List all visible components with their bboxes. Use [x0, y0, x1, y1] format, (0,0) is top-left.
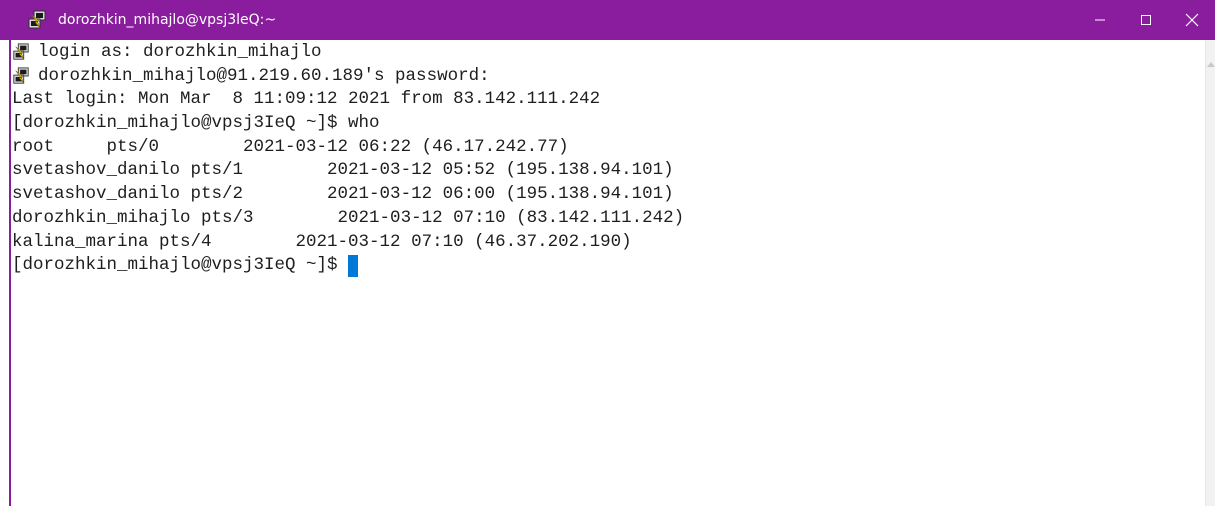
terminal-line: kalina_marina pts/4 2021-03-12 07:10 (46… [12, 231, 684, 255]
maximize-button[interactable] [1123, 0, 1169, 40]
title-bar[interactable]: dorozhkin_mihajlo@vpsj3leQ:~ [0, 0, 1215, 40]
terminal-line: [dorozhkin_mihajlo@vpsj3IeQ ~]$ [12, 254, 684, 278]
terminal-line-text: [dorozhkin_mihajlo@vpsj3IeQ ~]$ [12, 255, 349, 276]
terminal-line: login as: dorozhkin_mihajlo [12, 41, 684, 65]
putty-icon [13, 67, 29, 84]
close-icon [1185, 13, 1199, 27]
terminal-line-text: svetashov_danilo pts/1 2021-03-12 05:52 … [12, 160, 674, 181]
terminal-line-text: login as: dorozhkin_mihajlo [38, 42, 322, 62]
terminal-line-text: svetashov_danilo pts/2 2021-03-12 06:00 … [12, 184, 674, 205]
terminal-area[interactable]: login as: dorozhkin_mihajlo dorozhkin_mi… [9, 40, 1205, 506]
terminal-line: root pts/0 2021-03-12 06:22 (46.17.242.7… [12, 136, 684, 160]
terminal-line: dorozhkin_mihajlo@91.219.60.189's passwo… [12, 65, 684, 89]
terminal-line-text: dorozhkin_mihajlo@91.219.60.189's passwo… [38, 65, 490, 86]
terminal-line-text: kalina_marina pts/4 2021-03-12 07:10 (46… [12, 231, 632, 252]
terminal-line-text: Last login: Mon Mar 8 11:09:12 2021 from… [12, 89, 601, 110]
vertical-scrollbar[interactable] [1205, 40, 1215, 506]
maximize-icon [1141, 15, 1151, 25]
terminal-line-text: dorozhkin_mihajlo pts/3 2021-03-12 07:10… [12, 207, 685, 228]
scroll-up-arrow-icon[interactable] [1207, 62, 1215, 67]
text-cursor [348, 255, 359, 278]
window-title: dorozhkin_mihajlo@vpsj3leQ:~ [58, 12, 277, 28]
minimize-button[interactable] [1077, 0, 1123, 40]
terminal-line: [dorozhkin_mihajlo@vpsj3IeQ ~]$ who [12, 112, 684, 136]
close-button[interactable] [1169, 0, 1215, 40]
terminal-line-text: root pts/0 2021-03-12 06:22 (46.17.242.7… [12, 136, 569, 157]
terminal-line-text: [dorozhkin_mihajlo@vpsj3IeQ ~]$ who [12, 113, 380, 134]
terminal-line: svetashov_danilo pts/1 2021-03-12 05:52 … [12, 159, 684, 183]
putty-icon [13, 43, 29, 60]
minimize-icon [1095, 19, 1105, 21]
terminal-line: dorozhkin_mihajlo pts/3 2021-03-12 07:10… [12, 207, 684, 231]
putty-icon [28, 10, 46, 29]
putty-window: dorozhkin_mihajlo@vpsj3leQ:~ login as: d… [0, 0, 1215, 506]
terminal-line: Last login: Mon Mar 8 11:09:12 2021 from… [12, 88, 684, 112]
terminal-lines: login as: dorozhkin_mihajlo dorozhkin_mi… [12, 41, 684, 278]
terminal-line: svetashov_danilo pts/2 2021-03-12 06:00 … [12, 183, 684, 207]
